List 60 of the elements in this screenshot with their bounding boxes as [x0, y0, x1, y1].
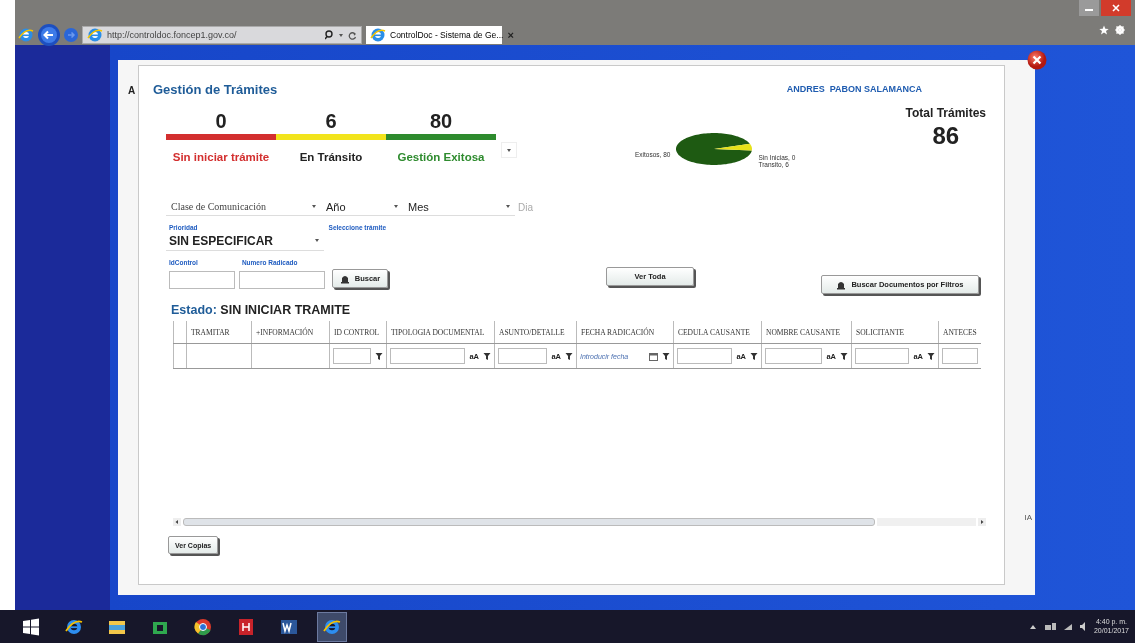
- tab-title: ControlDoc - Sistema de Ge...: [390, 30, 504, 40]
- filter-icon[interactable]: [375, 351, 383, 361]
- caret-icon: [394, 205, 398, 208]
- close-button[interactable]: [1027, 50, 1047, 70]
- network-icon[interactable]: [1044, 622, 1056, 631]
- tab-close-button[interactable]: ×: [507, 29, 514, 41]
- count-value: 80: [429, 110, 453, 134]
- filter-field[interactable]: [677, 348, 733, 364]
- start-button: [21, 616, 41, 637]
- input-field[interactable]: [239, 271, 325, 289]
- status-label: Gestión Exitosa: [397, 151, 485, 163]
- filter-icon[interactable]: [840, 351, 848, 361]
- status-label: En Tránsito: [299, 151, 363, 163]
- mini-dropdown[interactable]: [501, 142, 517, 158]
- user-name: ANDRES PABON SALAMANCA: [786, 84, 922, 94]
- filter-icon[interactable]: [662, 351, 670, 361]
- refresh-icon[interactable]: [348, 30, 357, 40]
- status-label: Sin iniciar trámite: [172, 151, 270, 163]
- signal-icon[interactable]: [1063, 622, 1072, 631]
- filter-icon[interactable]: [750, 351, 758, 361]
- address-url: http://controldoc.foncep1.gov.co/: [107, 30, 238, 40]
- filter-field[interactable]: [942, 348, 978, 364]
- dialog-title: Gestión de Trámites: [153, 81, 278, 97]
- caret-icon: [315, 239, 319, 242]
- scroll-right-icon[interactable]: [978, 518, 986, 526]
- search-icon[interactable]: [325, 30, 334, 40]
- caret-icon: [506, 205, 510, 208]
- site-icon: [87, 27, 103, 43]
- favorites-icon[interactable]: [1099, 25, 1109, 35]
- background-text: IA: [1024, 513, 1032, 522]
- address-bar[interactable]: http://controldoc.foncep1.gov.co/: [82, 26, 362, 44]
- scroll-left-icon[interactable]: [173, 518, 181, 526]
- filter-field[interactable]: [390, 348, 466, 364]
- back-button[interactable]: [38, 24, 60, 46]
- browser-logo-icon: [18, 27, 34, 43]
- filter-field[interactable]: [498, 348, 548, 364]
- filter-field[interactable]: [333, 348, 371, 364]
- document-app-icon: [236, 616, 256, 637]
- close-button[interactable]: [1101, 0, 1131, 16]
- input-field[interactable]: [169, 271, 235, 289]
- filter-field[interactable]: [765, 348, 823, 364]
- volume-icon[interactable]: [1079, 622, 1086, 631]
- total-label: Total Trámites: [905, 106, 986, 120]
- filter-icon[interactable]: [927, 351, 935, 361]
- taskbar-app[interactable]: [317, 611, 347, 642]
- dropdown-caret-icon[interactable]: [338, 32, 344, 38]
- count-value: 6: [325, 110, 337, 134]
- minimize-button[interactable]: [1079, 0, 1099, 16]
- caret-icon: [507, 148, 511, 152]
- calendar-icon[interactable]: [649, 351, 658, 361]
- filter-field[interactable]: [855, 348, 910, 364]
- status-heading: Estado: SIN INICIAR TRAMITE: [171, 303, 352, 319]
- caret-icon: [312, 205, 316, 208]
- settings-icon[interactable]: [1115, 25, 1125, 35]
- filter-icon[interactable]: [483, 351, 491, 361]
- filter-icon[interactable]: [565, 351, 573, 361]
- browser-icon: [193, 616, 213, 637]
- total-value: 86: [932, 122, 960, 150]
- background-text: A: [128, 85, 136, 96]
- count-value: 0: [215, 110, 227, 134]
